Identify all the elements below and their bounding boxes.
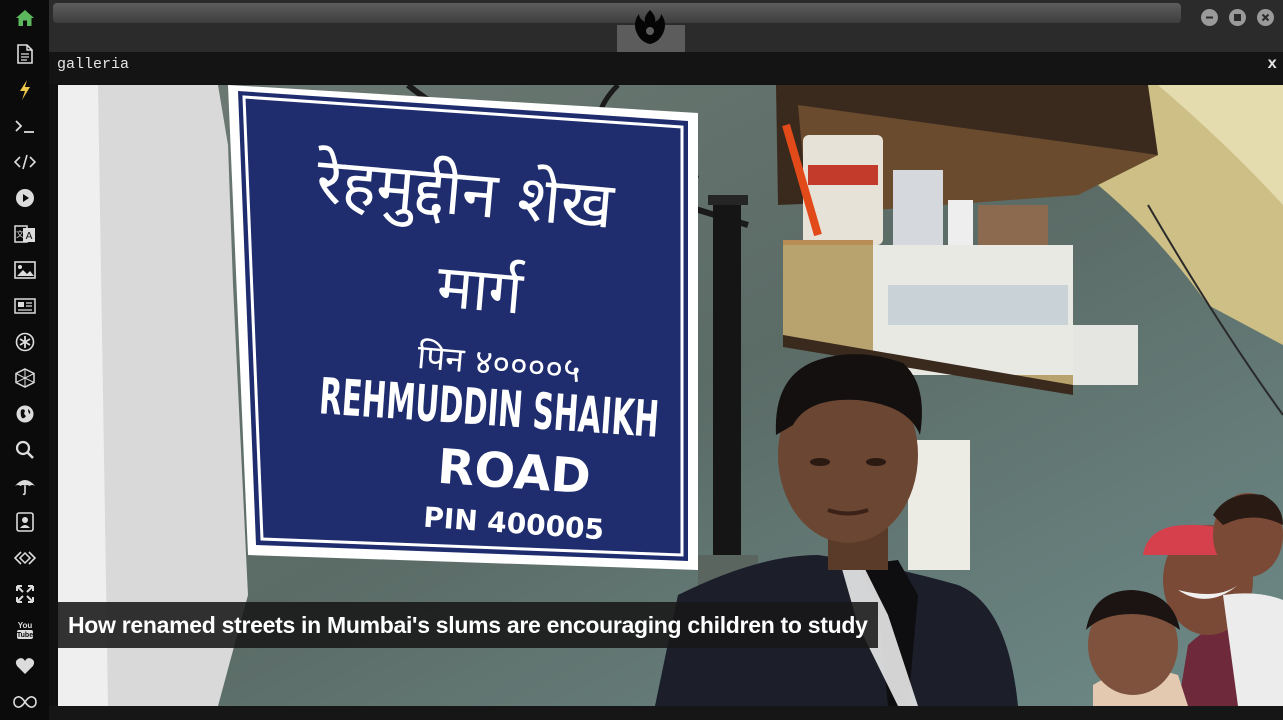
infinity-icon[interactable] [13,690,37,714]
code-icon[interactable] [13,150,37,174]
play-icon[interactable] [13,186,37,210]
api-icon[interactable] [13,546,37,570]
contact-card-icon[interactable] [13,510,37,534]
umbrella-icon[interactable] [13,474,37,498]
maximize-icon [1234,14,1241,21]
panel-header: galleria x [49,52,1283,84]
home-icon[interactable] [13,6,37,30]
file-icon[interactable] [13,42,37,66]
svg-text:A: A [26,231,33,242]
maximize-button[interactable] [1229,9,1246,26]
gallery-image[interactable]: रेहमुद्दीन शेख मार्ग पिन ४००००५ REHMUDDI… [58,85,1283,706]
close-window-button[interactable] [1257,9,1274,26]
sign-devanagari-line2: मार्ग [434,251,526,328]
window-title-bar [49,0,1283,52]
panel-title: galleria [57,56,130,73]
title-bar-drag-area[interactable] [53,3,1181,23]
terminal-icon[interactable] [13,114,37,138]
rebel-alliance-logo-icon [632,8,668,46]
panel-close-button[interactable]: x [1267,55,1277,73]
translate-icon[interactable]: A文 [13,222,37,246]
expand-icon[interactable] [13,582,37,606]
search-icon[interactable] [13,438,37,462]
heart-icon[interactable] [13,654,37,678]
asterisk-icon[interactable] [13,330,37,354]
lightning-icon[interactable] [13,78,37,102]
status-bar [49,706,1283,720]
globe-icon[interactable] [13,402,37,426]
sign-english-line2: ROAD [436,439,593,506]
caption-banner: How renamed streets in Mumbai's slums ar… [58,602,878,648]
sidebar: A文 You Tube [0,0,49,720]
svg-text:You: You [18,621,33,630]
newspaper-icon[interactable] [13,294,37,318]
image-icon[interactable] [13,258,37,282]
svg-text:文: 文 [16,229,24,239]
caption-text: How renamed streets in Mumbai's slums ar… [68,611,868,638]
close-icon [1261,13,1270,22]
minimize-icon [1206,16,1213,19]
cube-icon[interactable] [13,366,37,390]
minimize-button[interactable] [1201,9,1218,26]
youtube-icon[interactable]: You Tube [13,618,37,642]
svg-text:Tube: Tube [17,632,33,639]
